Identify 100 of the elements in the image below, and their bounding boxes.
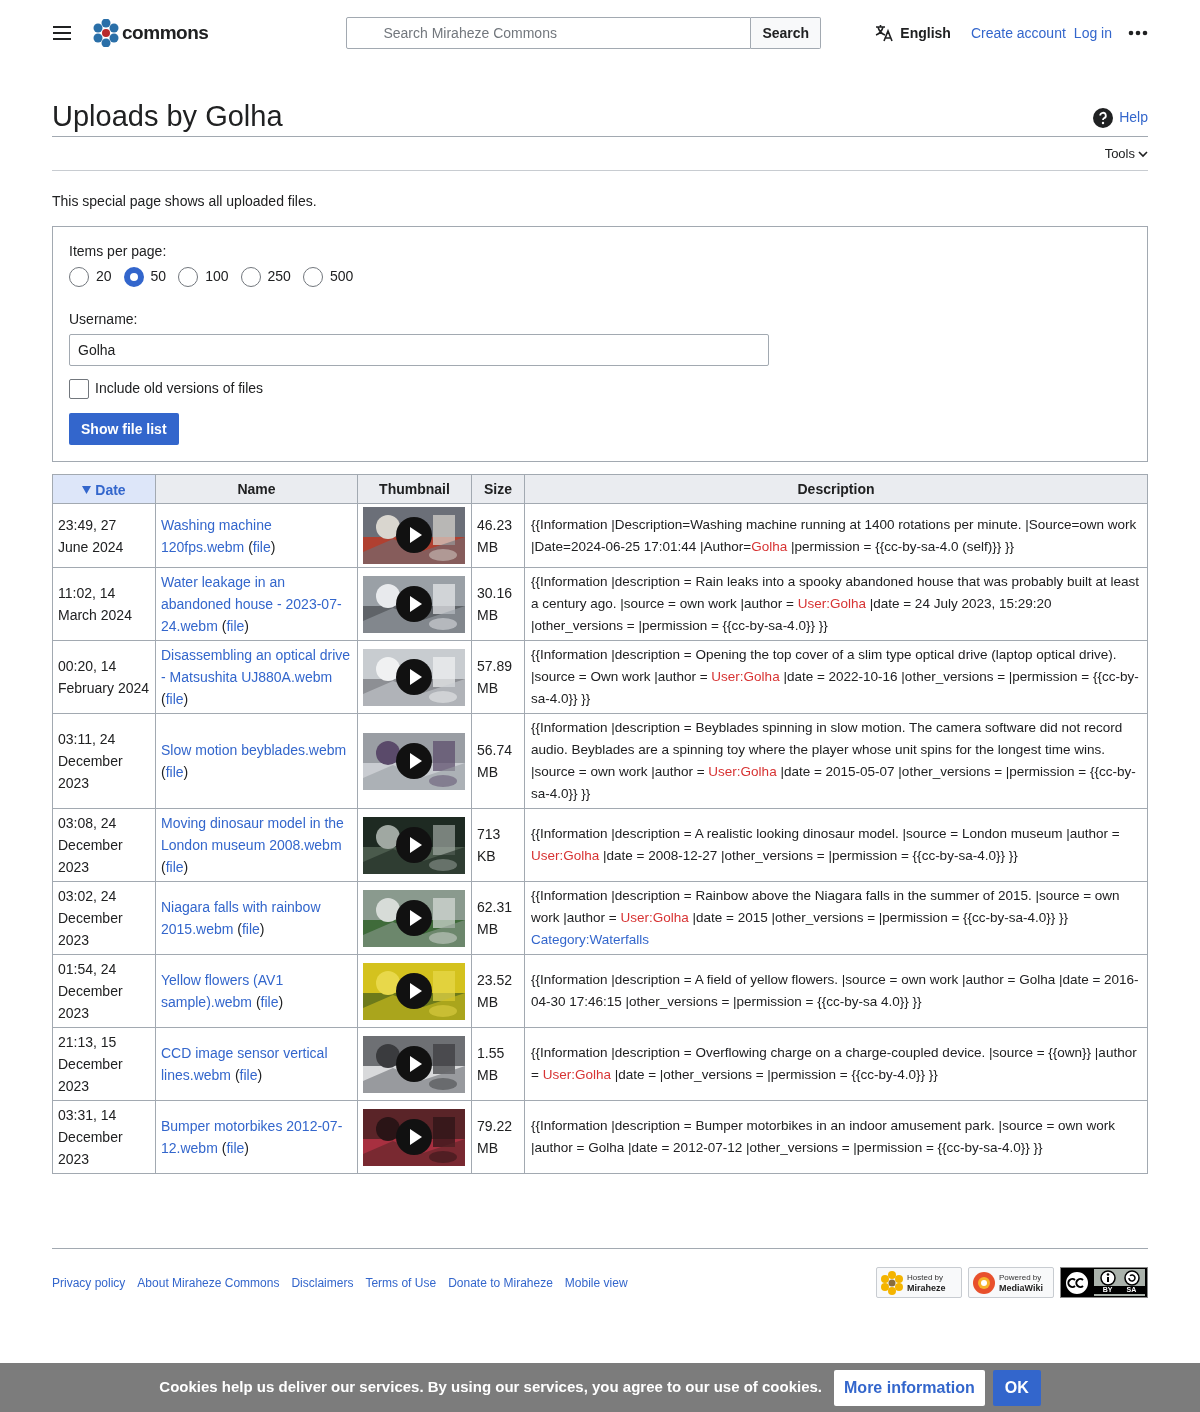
- date-cell: 03:11, 24 December 2023: [58, 731, 123, 791]
- file-link[interactable]: file: [260, 994, 279, 1010]
- user-link[interactable]: User:Golha: [620, 910, 689, 925]
- radio-option[interactable]: 500: [302, 266, 354, 287]
- more-information-button[interactable]: More information: [834, 1369, 985, 1406]
- description-text: {{Information |description = Bumper motorbikes in an indoor amusement park. |source = own work |author = Golha |date = 2012-07-12 |other_versions = |permission = {{cc-by-sa-4.0}} }}: [531, 1118, 1116, 1155]
- file-link[interactable]: file: [165, 764, 184, 780]
- date-cell: 03:31, 14 December 2023: [58, 1107, 123, 1167]
- column-header[interactable]: Thumbnail: [357, 474, 472, 504]
- file-name-link: Slow motion beyblades.webm (file): [161, 742, 347, 780]
- radio-option[interactable]: 50: [123, 266, 167, 287]
- date-cell: 03:08, 24 December 2023: [58, 815, 123, 875]
- footer-link[interactable]: Disclaimers: [291, 1273, 354, 1292]
- size-cell: 1.55 MB: [477, 1045, 505, 1083]
- user-link[interactable]: User:Golha: [531, 848, 600, 863]
- file-name-link: Yellow flowers (AV1 sample).webm (file): [161, 972, 284, 1010]
- footer-link[interactable]: Donate to Miraheze: [448, 1273, 553, 1292]
- play-icon[interactable]: [396, 658, 432, 695]
- help-icon[interactable]: [1093, 107, 1114, 128]
- description-text: {{Information |description = Beyblades spinning in slow motion. The camera software did not record audio. Beyblades are a spinning toy where the player whose unit spins for the longest time wins. |source = own work |author = User:Golha |date = 2015-05-07 |other_versions = |permission = {{cc-by-sa-4.0}} }}: [531, 720, 1136, 801]
- show-file-list-button[interactable]: Show file list: [69, 413, 179, 445]
- file-name-link: CCD image sensor vertical lines.webm (file): [161, 1045, 328, 1083]
- header-link[interactable]: Create account: [970, 22, 1066, 44]
- column-header[interactable]: Size: [471, 474, 525, 504]
- file-link[interactable]: file: [226, 1140, 245, 1156]
- size-cell: 46.23 MB: [477, 516, 513, 555]
- size-cell: 30.16 MB: [477, 585, 513, 623]
- date-cell: 03:02, 24 December 2023: [58, 888, 123, 948]
- date-cell: 21:13, 15 December 2023: [58, 1034, 123, 1094]
- logo-icon[interactable]: [92, 19, 120, 47]
- footer-link[interactable]: Terms of Use: [365, 1273, 437, 1292]
- date-cell: 23:49, 27 June 2024: [58, 516, 124, 555]
- play-icon[interactable]: [396, 972, 432, 1009]
- date-cell: 11:02, 14 March 2024: [58, 585, 132, 623]
- file-link[interactable]: file: [165, 859, 184, 875]
- play-icon[interactable]: [396, 585, 432, 622]
- radio-option[interactable]: 100: [178, 266, 229, 287]
- size-cell: 56.74 MB: [477, 742, 513, 780]
- footer-link[interactable]: Privacy policy: [52, 1273, 126, 1292]
- play-icon[interactable]: [396, 517, 432, 553]
- play-icon[interactable]: [396, 1118, 432, 1155]
- page-title: Uploads by Golha: [52, 99, 283, 134]
- powered-by-badge[interactable]: Powered by MediaWiki: [968, 1267, 1054, 1298]
- search-field[interactable]: Search Miraheze Commons: [346, 17, 752, 49]
- play-icon[interactable]: [396, 826, 432, 863]
- user-link[interactable]: User:Golha: [542, 1067, 611, 1082]
- description-text: {{Information |description = A field of yellow flowers. |source = own work |author = Golha |date = 2016-04-30 17:46:15 |other_versions = |permission = {{cc-by-sa 4.0}} }}: [531, 972, 1139, 1009]
- file-name-link: Washing machine 120fps.webm (file): [161, 516, 276, 555]
- footer-link[interactable]: Mobile view: [564, 1273, 628, 1292]
- radio-option[interactable]: 20: [69, 266, 112, 287]
- username-field[interactable]: Golha: [69, 334, 769, 366]
- description-text: {{Information |Description=Washing machine running at 1400 rotations per minute. |Source=own work |Date=2024-06-25 17:01:44 |Author=Golha |permission = {{cc-by-sa-4.0 (self)}} }}: [531, 516, 1137, 554]
- chevron-down-icon: [1138, 149, 1148, 158]
- file-link[interactable]: file: [241, 921, 260, 937]
- description-text: {{Information |description = Opening the top cover of a slim type optical drive (laptop optical drive). |source = Own work |author = User:Golha |date = 2022-10-16 |other_versions = |permission = {{cc-by-sa-4.0}} }}: [531, 647, 1139, 706]
- file-link[interactable]: file: [165, 691, 184, 707]
- category-link[interactable]: Category:Waterfalls: [531, 929, 1141, 951]
- play-icon[interactable]: [396, 899, 432, 936]
- column-header[interactable]: Name: [155, 474, 358, 504]
- file-name-link: Bumper motorbikes 2012-07-12.webm (file): [161, 1118, 343, 1156]
- footer-link[interactable]: About Miraheze Commons: [137, 1273, 280, 1292]
- user-link[interactable]: User:Golha: [711, 669, 780, 684]
- size-cell: 713 KB: [477, 826, 501, 864]
- play-icon[interactable]: [396, 742, 432, 779]
- description-text: {{Information |description = Overflowing charge on a charge-coupled device. |source = {{own}} |author = User:Golha |date = |other_versions = |permission = {{cc-by-4.0}} }}: [531, 1045, 1137, 1082]
- size-cell: 57.89 MB: [477, 658, 513, 696]
- file-name-link: Niagara falls with rainbow 2015.webm (file): [161, 899, 321, 937]
- file-link[interactable]: file: [226, 618, 245, 634]
- ok-button[interactable]: OK: [992, 1369, 1041, 1406]
- file-name-link: Moving dinosaur model in the London museum 2008.webm (file): [161, 815, 344, 875]
- help-link[interactable]: Help: [1119, 107, 1148, 128]
- play-icon[interactable]: [396, 1045, 432, 1082]
- column-header[interactable]: Date: [52, 474, 156, 504]
- menu-icon[interactable]: [52, 25, 72, 41]
- file-link[interactable]: file: [239, 1067, 258, 1083]
- user-link[interactable]: User:Golha: [708, 764, 777, 779]
- column-header[interactable]: Description: [524, 474, 1148, 504]
- size-cell: 62.31 MB: [477, 899, 513, 937]
- hosted-by-badge[interactable]: Hosted by Miraheze: [876, 1267, 962, 1298]
- file-link[interactable]: file: [252, 538, 271, 555]
- user-link[interactable]: Golha: [751, 538, 788, 554]
- old-versions-checkbox[interactable]: Include old versions of files: [69, 378, 1131, 399]
- language-selector[interactable]: English: [900, 22, 951, 44]
- translate-icon[interactable]: [874, 23, 895, 43]
- username-label: Username:: [69, 310, 139, 329]
- description-text: {{Information |description = Rain leaks into a spooky abandoned house that was probably built at least a century ago. |source = own work |author = User:Golha |date = 24 July 2023, 15:29:20 |other_versions = |permission = {{cc-by-sa-4.0}} }}: [531, 574, 1140, 633]
- intro-text: This special page shows all uploaded files.: [52, 192, 318, 211]
- user-link[interactable]: User:Golha: [797, 596, 866, 611]
- more-icon[interactable]: [1128, 30, 1148, 36]
- description-text: {{Information |description = Rainbow above the Niagara falls in the summer of 2015. |source = own work |author = User:Golha |date = 2015 |other_versions = |permission = {{cc-by-sa-4.0}} }}: [531, 888, 1120, 925]
- description-text: {{Information |description = A realistic looking dinosaur model. |source = London museum |author = User:Golha |date = 2008-12-27 |other_versions = |permission = {{cc-by-sa-4.0}} }}: [531, 826, 1120, 863]
- search-button[interactable]: Search: [751, 17, 822, 49]
- date-cell: 00:20, 14 February 2024: [58, 658, 150, 696]
- tools-menu[interactable]: Tools: [1104, 143, 1148, 164]
- size-cell: 23.52 MB: [477, 972, 513, 1010]
- size-cell: 79.22 MB: [477, 1118, 513, 1156]
- site-name[interactable]: commons: [122, 18, 209, 48]
- header-link[interactable]: Log in: [1073, 22, 1112, 44]
- radio-option[interactable]: 250: [240, 266, 291, 287]
- file-name-link: Water leakage in an abandoned house - 2023-07-24.webm (file): [161, 574, 342, 634]
